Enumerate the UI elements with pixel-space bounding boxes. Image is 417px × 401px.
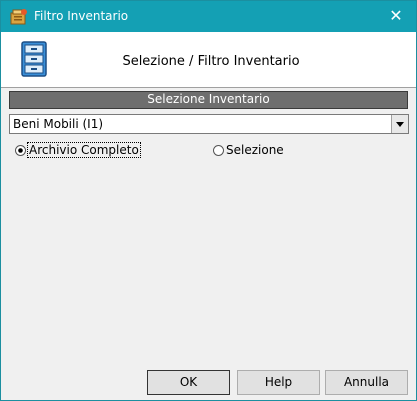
title-bar[interactable]: Filtro Inventario ✕ <box>1 1 416 32</box>
radio-selezione[interactable]: Selezione <box>213 143 313 159</box>
radio-archivio-completo[interactable]: Archivio Completo <box>15 142 145 159</box>
close-button[interactable]: ✕ <box>376 1 416 32</box>
close-icon: ✕ <box>389 6 403 25</box>
cancel-button[interactable]: Annulla <box>325 370 408 395</box>
window-title: Filtro Inventario <box>34 9 129 23</box>
radio-unchecked-icon <box>213 145 224 156</box>
chevron-down-icon <box>396 122 404 127</box>
filter-inventory-dialog: Filtro Inventario ✕ Selezione / Filtro I… <box>0 0 417 401</box>
ok-button[interactable]: OK <box>147 370 230 395</box>
help-button[interactable]: Help <box>237 370 320 395</box>
inventory-select-value: Beni Mobili (I1) <box>13 117 104 131</box>
section-header: Selezione Inventario <box>9 91 408 109</box>
inventory-select[interactable]: Beni Mobili (I1) <box>9 114 409 134</box>
inventory-app-icon <box>10 9 27 25</box>
dropdown-button[interactable] <box>391 115 408 133</box>
dialog-heading: Selezione / Filtro Inventario <box>122 54 300 69</box>
radio-label: Archivio Completo <box>27 142 141 158</box>
radio-checked-icon <box>15 145 26 156</box>
radio-label: Selezione <box>226 143 284 157</box>
dialog-header: Selezione / Filtro Inventario <box>1 32 416 88</box>
